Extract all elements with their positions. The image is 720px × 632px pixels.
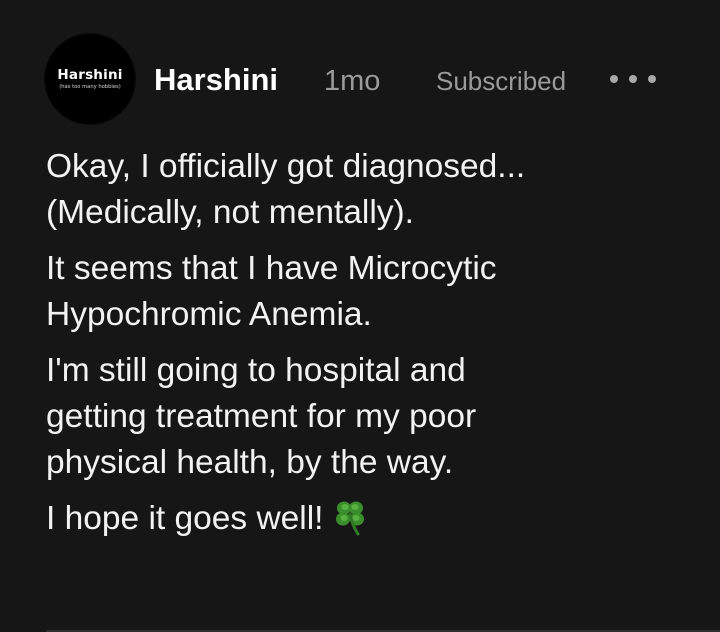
more-dot [648, 75, 656, 83]
text-line: I'm still going to hospital and [46, 352, 466, 389]
more-dot [610, 75, 618, 83]
text-line-content: I hope it goes well! [46, 500, 324, 537]
paragraph: It seems that I have Microcytic Hypochro… [46, 246, 686, 338]
more-options-icon[interactable] [610, 66, 656, 92]
post-timestamp: 1mo [324, 65, 381, 97]
avatar-tagline: (has too many hobbies) [59, 83, 121, 90]
paragraph: I hope it goes well! [46, 496, 686, 550]
more-dot [629, 75, 637, 83]
post-card: Harshini (has too many hobbies) Harshini… [0, 0, 720, 632]
text-line: Hypochromic Anemia. [46, 296, 372, 333]
text-line: Okay, I officially got diagnosed... [46, 148, 526, 185]
avatar[interactable]: Harshini (has too many hobbies) [45, 34, 135, 124]
post-body: Okay, I officially got diagnosed... (Med… [46, 144, 686, 560]
text-line: physical health, by the way. [46, 444, 454, 481]
paragraph: I'm still going to hospital and getting … [46, 348, 686, 486]
author-name[interactable]: Harshini [154, 58, 278, 102]
text-line: (Medically, not mentally). [46, 194, 414, 231]
text-line: It seems that I have Microcytic [46, 250, 497, 287]
text-line: I hope it goes well! [46, 496, 686, 550]
paragraph: Okay, I officially got diagnosed... (Med… [46, 144, 686, 236]
four-leaf-clover-icon [331, 497, 371, 550]
text-line: getting treatment for my poor [46, 398, 477, 435]
avatar-name: Harshini [57, 66, 123, 83]
subscribed-button[interactable]: Subscribed [436, 61, 566, 101]
